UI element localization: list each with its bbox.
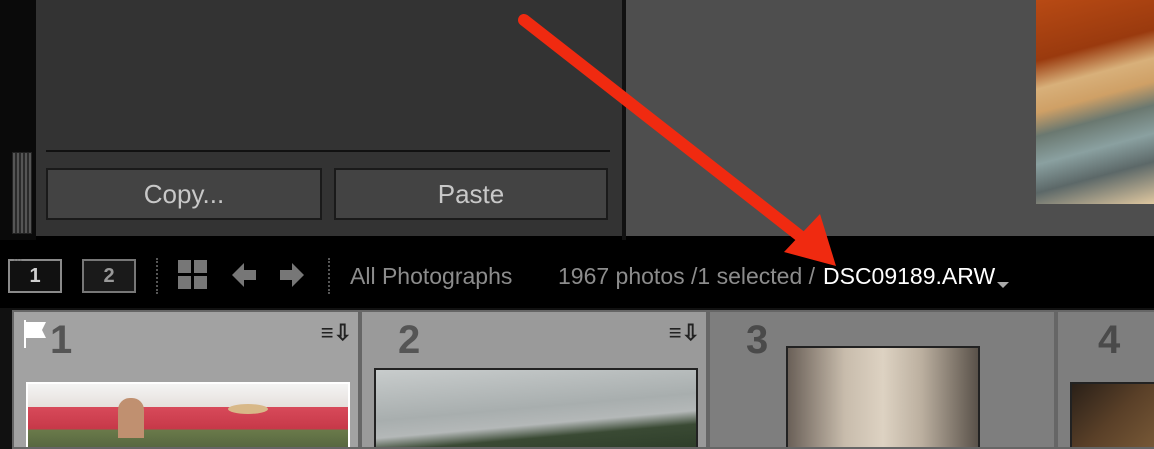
grid-view-icon[interactable] xyxy=(178,260,208,290)
filmstrip-cell[interactable]: 4 xyxy=(1056,310,1154,449)
metadata-badge-icon[interactable]: ≡⇩ xyxy=(321,320,352,346)
photo-count-text: 1967 photos /1 selected / xyxy=(558,263,816,289)
back-arrow-icon[interactable] xyxy=(230,260,258,290)
filmstrip-cell[interactable]: 1 ≡⇩ xyxy=(12,310,360,449)
cell-number: 3 xyxy=(746,318,769,362)
thumbnail-image[interactable] xyxy=(786,346,980,447)
filmstrip-toolbar: 1 2 All Photographs 1967 photos /1 selec… xyxy=(0,244,1154,308)
person-figure xyxy=(118,398,144,438)
flag-icon[interactable] xyxy=(24,320,46,348)
primary-monitor-button[interactable]: 1 xyxy=(8,245,62,293)
selected-filename[interactable]: DSC09189.ARW xyxy=(823,263,995,290)
paste-button[interactable]: Paste xyxy=(334,168,608,220)
thumbnail-image[interactable] xyxy=(1070,382,1154,447)
metadata-badge-icon[interactable]: ≡⇩ xyxy=(669,320,700,346)
chevron-down-icon[interactable] xyxy=(997,282,1009,288)
secondary-monitor-button[interactable]: 2 xyxy=(82,245,136,293)
filmstrip-cell[interactable]: 3 xyxy=(708,310,1056,449)
cell-number: 4 xyxy=(1098,318,1121,362)
toolbar-separator xyxy=(328,258,330,294)
filmstrip-cell[interactable]: 2 ≡⇩ xyxy=(360,310,708,449)
left-panel-strip xyxy=(0,0,36,240)
toolbar-separator xyxy=(156,258,158,294)
forward-arrow-icon[interactable] xyxy=(278,260,306,290)
filmstrip: 1 ≡⇩ 2 ≡⇩ 3 4 xyxy=(0,308,1154,449)
copy-button[interactable]: Copy... xyxy=(46,168,322,220)
cell-number: 1 xyxy=(50,318,73,362)
panel-resize-grip[interactable] xyxy=(12,152,32,234)
cell-number: 2 xyxy=(398,318,421,362)
hat-shape xyxy=(228,404,268,414)
thumbnail-image[interactable] xyxy=(374,368,698,447)
thumbnail-image[interactable] xyxy=(26,382,350,447)
source-label[interactable]: All Photographs xyxy=(350,263,512,290)
photo-preview xyxy=(1036,0,1154,204)
panel-divider xyxy=(46,150,610,152)
develop-left-panel: Copy... Paste xyxy=(36,0,622,236)
